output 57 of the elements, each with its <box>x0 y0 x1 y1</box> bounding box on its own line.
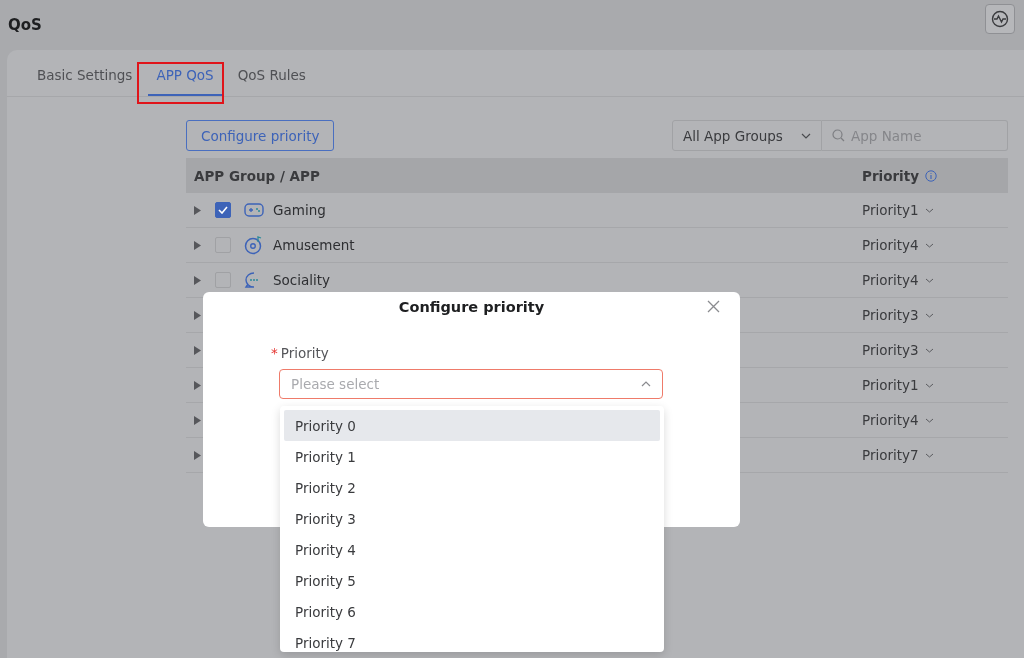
chevron-down-icon <box>924 452 934 458</box>
priority-select[interactable]: Priority4 <box>862 237 934 253</box>
app-group-name: Amusement <box>273 237 355 253</box>
chevron-down-icon <box>924 242 934 248</box>
expand-icon[interactable] <box>194 345 201 355</box>
dropdown-option[interactable]: Priority 6 <box>284 596 660 627</box>
column-header: Priority <box>862 167 919 184</box>
app-group-name: Sociality <box>273 272 331 288</box>
info-icon <box>925 169 937 182</box>
app-group-name: Gaming <box>273 202 326 218</box>
tab[interactable]: Basic Settings <box>29 56 141 96</box>
required-mark: * <box>271 345 278 361</box>
monitor-icon <box>991 10 1009 28</box>
configure-priority-button[interactable]: Configure priority <box>186 120 335 151</box>
chevron-down-icon <box>924 347 934 353</box>
chevron-down-icon <box>924 277 934 283</box>
music-disc-icon <box>244 235 264 255</box>
checkmark-icon <box>218 206 228 214</box>
checkbox[interactable] <box>215 202 231 218</box>
expand-icon[interactable] <box>194 240 201 250</box>
chevron-down-icon <box>924 207 934 213</box>
priority-select[interactable]: Priority1 <box>862 202 934 218</box>
priority-select[interactable]: Priority4 <box>862 272 934 288</box>
priority-select[interactable]: Priority7 <box>862 447 934 463</box>
dropdown-option[interactable]: Priority 2 <box>284 472 660 503</box>
page-title: QoS <box>8 16 42 34</box>
dropdown-option[interactable]: Priority 4 <box>284 534 660 565</box>
chevron-up-icon <box>641 381 651 387</box>
search-icon <box>832 129 845 142</box>
column-header: APP Group / APP <box>194 167 320 184</box>
priority-select[interactable]: Priority1 <box>862 377 934 393</box>
chevron-down-icon <box>801 132 811 139</box>
diagnostics-button[interactable] <box>985 4 1015 34</box>
chevron-down-icon <box>924 382 934 388</box>
dialog-title: Configure priority <box>398 299 545 315</box>
expand-icon[interactable] <box>194 275 201 285</box>
dropdown-option[interactable]: Priority 0 <box>284 410 660 441</box>
priority-select[interactable]: Priority4 <box>862 412 934 428</box>
dropdown-option[interactable]: Priority 3 <box>284 503 660 534</box>
dropdown-option[interactable]: Priority 1 <box>284 441 660 472</box>
expand-icon[interactable] <box>194 380 201 390</box>
dropdown-option[interactable]: Priority 5 <box>284 565 660 596</box>
priority-select[interactable]: Priority3 <box>862 342 934 358</box>
tab[interactable]: APP QoS <box>148 56 222 96</box>
chevron-down-icon <box>924 417 934 423</box>
field-label: Priority <box>280 345 329 361</box>
group-select[interactable]: All App Groups <box>672 120 822 151</box>
expand-icon[interactable] <box>194 310 201 320</box>
chevron-down-icon <box>924 312 934 318</box>
close-icon[interactable] <box>707 300 720 313</box>
tab[interactable]: QoS Rules <box>229 56 314 96</box>
priority-select[interactable]: Priority3 <box>862 307 934 323</box>
gamepad-icon <box>244 201 264 219</box>
dropdown-option[interactable]: Priority 7 <box>284 627 660 652</box>
expand-icon[interactable] <box>194 415 201 425</box>
expand-icon[interactable] <box>194 205 201 215</box>
expand-icon[interactable] <box>194 450 201 460</box>
